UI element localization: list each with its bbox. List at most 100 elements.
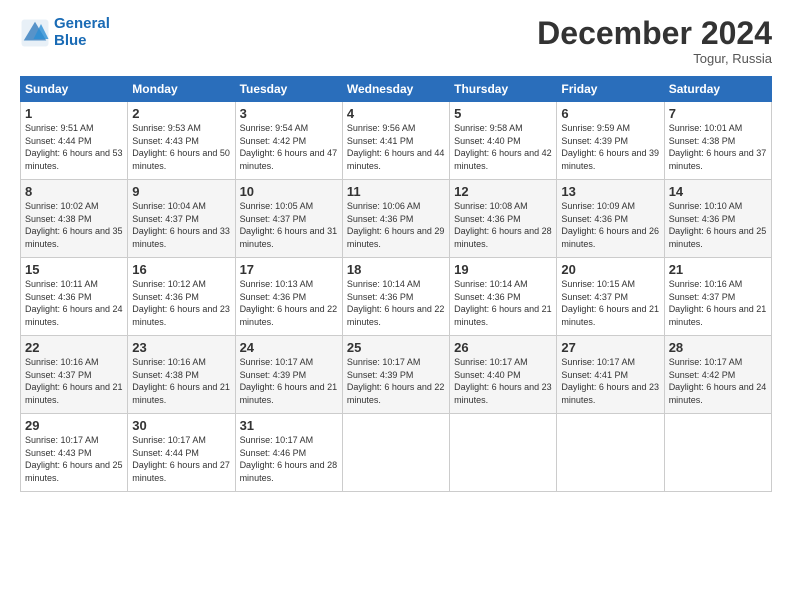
day-number: 10 [240,184,338,199]
day-cell: 17 Sunrise: 10:13 AMSunset: 4:36 PMDaylig… [235,258,342,336]
col-header-tuesday: Tuesday [235,77,342,102]
day-cell: 10 Sunrise: 10:05 AMSunset: 4:37 PMDaylig… [235,180,342,258]
logo-icon [20,18,50,48]
cell-info: Sunrise: 10:13 AMSunset: 4:36 PMDaylight… [240,279,338,327]
day-cell: 2 Sunrise: 9:53 AMSunset: 4:43 PMDaylight… [128,102,235,180]
logo-line2: Blue [54,32,87,49]
day-number: 4 [347,106,445,121]
day-number: 25 [347,340,445,355]
week-row-5: 29Sunrise: 10:17 AMSunset: 4:43 PMDaylig… [21,414,772,492]
day-number: 23 [132,340,230,355]
day-cell [664,414,771,492]
day-cell: 27 Sunrise: 10:17 AMSunset: 4:41 PMDaylig… [557,336,664,414]
day-cell: 30Sunrise: 10:17 AMSunset: 4:44 PMDaylig… [128,414,235,492]
day-number: 27 [561,340,659,355]
cell-info: Sunrise: 9:51 AMSunset: 4:44 PMDaylight:… [25,123,123,171]
day-cell: 19Sunrise: 10:14 AMSunset: 4:36 PMDaylig… [450,258,557,336]
cell-info: Sunrise: 10:11 AMSunset: 4:36 PMDaylight… [25,279,123,327]
cell-info: Sunrise: 10:15 AMSunset: 4:37 PMDaylight… [561,279,659,327]
day-number: 3 [240,106,338,121]
day-number: 18 [347,262,445,277]
day-cell: 28Sunrise: 10:17 AMSunset: 4:42 PMDaylig… [664,336,771,414]
cell-info: Sunrise: 10:10 AMSunset: 4:36 PMDaylight… [669,201,767,249]
day-cell: 29Sunrise: 10:17 AMSunset: 4:43 PMDaylig… [21,414,128,492]
day-number: 21 [669,262,767,277]
day-number: 31 [240,418,338,433]
cell-info: Sunrise: 10:09 AMSunset: 4:36 PMDaylight… [561,201,659,249]
day-cell: 18 Sunrise: 10:14 AMSunset: 4:36 PMDaylig… [342,258,449,336]
week-row-2: 8 Sunrise: 10:02 AMSunset: 4:38 PMDayligh… [21,180,772,258]
day-cell: 25 Sunrise: 10:17 AMSunset: 4:39 PMDaylig… [342,336,449,414]
day-cell: 5 Sunrise: 9:58 AMSunset: 4:40 PMDaylight… [450,102,557,180]
day-cell: 14 Sunrise: 10:10 AMSunset: 4:36 PMDaylig… [664,180,771,258]
day-number: 15 [25,262,123,277]
col-header-thursday: Thursday [450,77,557,102]
cell-info: Sunrise: 10:08 AMSunset: 4:36 PMDaylight… [454,201,552,249]
location: Togur, Russia [537,51,772,66]
day-number: 1 [25,106,123,121]
logo: General Blue [20,16,110,49]
week-row-3: 15 Sunrise: 10:11 AMSunset: 4:36 PMDaylig… [21,258,772,336]
cell-info: Sunrise: 10:01 AMSunset: 4:38 PMDaylight… [669,123,767,171]
cell-info: Sunrise: 9:54 AMSunset: 4:42 PMDaylight:… [240,123,338,171]
day-number: 17 [240,262,338,277]
logo-line1: General [54,15,110,32]
col-header-sunday: Sunday [21,77,128,102]
cell-info: Sunrise: 10:16 AMSunset: 4:38 PMDaylight… [132,357,230,405]
day-number: 11 [347,184,445,199]
day-number: 8 [25,184,123,199]
title-block: December 2024 Togur, Russia [537,16,772,66]
day-cell: 31 Sunrise: 10:17 AMSunset: 4:46 PMDaylig… [235,414,342,492]
cell-info: Sunrise: 9:58 AMSunset: 4:40 PMDaylight:… [454,123,552,171]
day-number: 13 [561,184,659,199]
header: General Blue December 2024 Togur, Russia [20,16,772,66]
day-cell [557,414,664,492]
cell-info: Sunrise: 10:17 AMSunset: 4:41 PMDaylight… [561,357,659,405]
day-cell: 26Sunrise: 10:17 AMSunset: 4:40 PMDaylig… [450,336,557,414]
cell-info: Sunrise: 10:12 AMSunset: 4:36 PMDaylight… [132,279,230,327]
day-number: 16 [132,262,230,277]
day-number: 28 [669,340,767,355]
cell-info: Sunrise: 10:16 AMSunset: 4:37 PMDaylight… [669,279,767,327]
cell-info: Sunrise: 10:17 AMSunset: 4:39 PMDaylight… [240,357,338,405]
day-cell: 6Sunrise: 9:59 AMSunset: 4:39 PMDaylight… [557,102,664,180]
cell-info: Sunrise: 10:04 AMSunset: 4:37 PMDaylight… [132,201,230,249]
cell-info: Sunrise: 10:16 AMSunset: 4:37 PMDaylight… [25,357,123,405]
month-title: December 2024 [537,16,772,51]
logo-text: General Blue [54,16,110,49]
cell-info: Sunrise: 10:06 AMSunset: 4:36 PMDaylight… [347,201,445,249]
day-cell: 24 Sunrise: 10:17 AMSunset: 4:39 PMDaylig… [235,336,342,414]
cell-info: Sunrise: 10:05 AMSunset: 4:37 PMDaylight… [240,201,338,249]
col-header-wednesday: Wednesday [342,77,449,102]
day-number: 24 [240,340,338,355]
day-cell: 4 Sunrise: 9:56 AMSunset: 4:41 PMDaylight… [342,102,449,180]
cell-info: Sunrise: 10:17 AMSunset: 4:46 PMDaylight… [240,435,338,483]
cell-info: Sunrise: 10:17 AMSunset: 4:43 PMDaylight… [25,435,123,483]
col-header-monday: Monday [128,77,235,102]
cell-info: Sunrise: 10:14 AMSunset: 4:36 PMDaylight… [347,279,445,327]
day-number: 14 [669,184,767,199]
day-cell [342,414,449,492]
header-row: SundayMondayTuesdayWednesdayThursdayFrid… [21,77,772,102]
week-row-4: 22Sunrise: 10:16 AMSunset: 4:37 PMDaylig… [21,336,772,414]
day-cell: 12Sunrise: 10:08 AMSunset: 4:36 PMDaylig… [450,180,557,258]
page: General Blue December 2024 Togur, Russia… [0,0,792,612]
cell-info: Sunrise: 9:56 AMSunset: 4:41 PMDaylight:… [347,123,445,171]
day-cell: 1 Sunrise: 9:51 AMSunset: 4:44 PMDaylight… [21,102,128,180]
day-cell: 9 Sunrise: 10:04 AMSunset: 4:37 PMDayligh… [128,180,235,258]
cell-info: Sunrise: 9:53 AMSunset: 4:43 PMDaylight:… [132,123,230,171]
week-row-1: 1 Sunrise: 9:51 AMSunset: 4:44 PMDaylight… [21,102,772,180]
cell-info: Sunrise: 10:02 AMSunset: 4:38 PMDaylight… [25,201,123,249]
day-number: 19 [454,262,552,277]
cell-info: Sunrise: 10:17 AMSunset: 4:39 PMDaylight… [347,357,445,405]
cell-info: Sunrise: 10:17 AMSunset: 4:44 PMDaylight… [132,435,230,483]
day-cell: 7 Sunrise: 10:01 AMSunset: 4:38 PMDayligh… [664,102,771,180]
day-number: 2 [132,106,230,121]
day-number: 9 [132,184,230,199]
day-cell: 20Sunrise: 10:15 AMSunset: 4:37 PMDaylig… [557,258,664,336]
day-cell: 11 Sunrise: 10:06 AMSunset: 4:36 PMDaylig… [342,180,449,258]
day-cell [450,414,557,492]
day-number: 7 [669,106,767,121]
day-number: 5 [454,106,552,121]
day-cell: 3 Sunrise: 9:54 AMSunset: 4:42 PMDaylight… [235,102,342,180]
